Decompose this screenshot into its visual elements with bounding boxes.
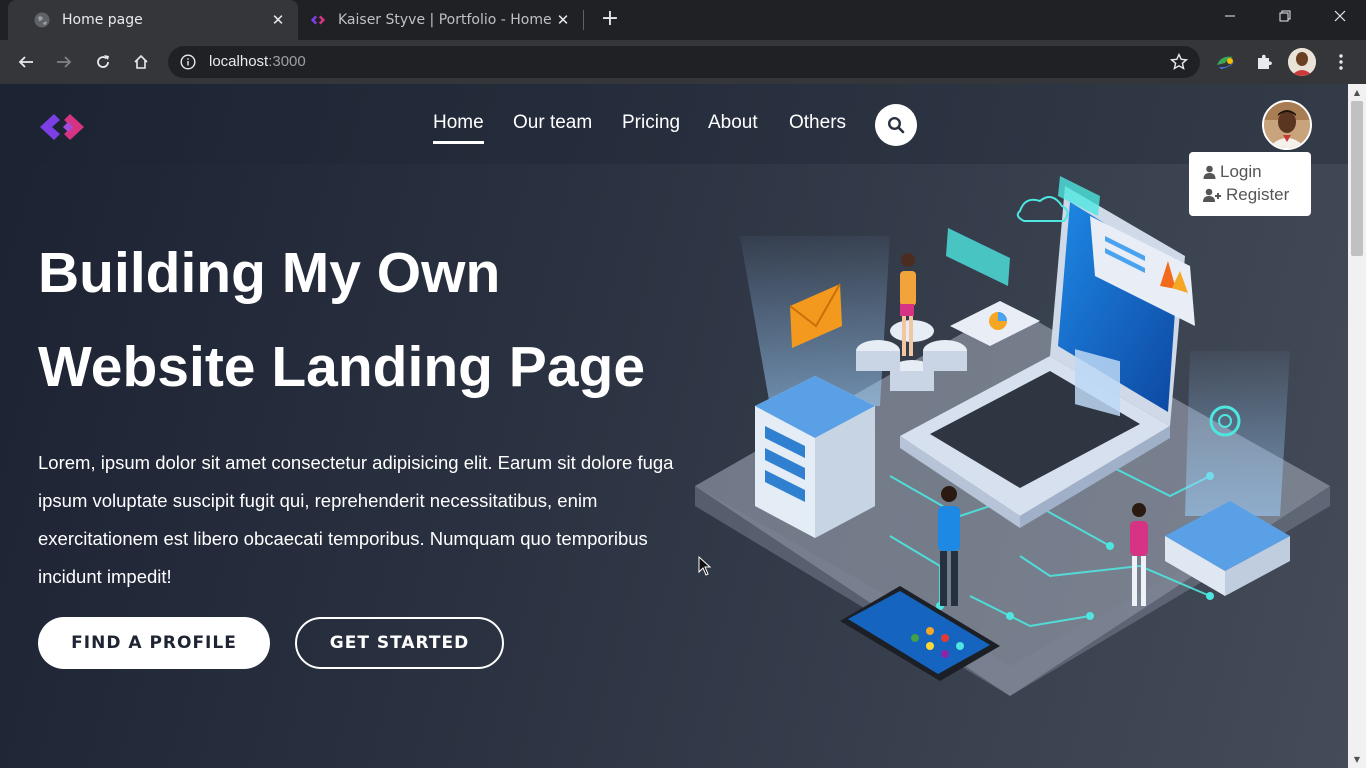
globe-icon <box>34 12 50 28</box>
address-bar[interactable]: localhost:3000 <box>168 46 1200 78</box>
nav-about[interactable]: About <box>708 112 758 134</box>
tab-separator <box>583 10 584 30</box>
search-button[interactable] <box>875 104 917 146</box>
hero-title-line2: Website Landing Page <box>38 335 646 399</box>
nav-pricing[interactable]: Pricing <box>622 112 680 134</box>
hero-title-line1: Building My Own <box>38 241 501 305</box>
nav-others[interactable]: Others <box>789 112 846 134</box>
mouse-cursor-icon <box>698 556 712 576</box>
home-icon[interactable] <box>127 48 155 76</box>
page-viewport: Home Our team Pricing About Others Login… <box>0 84 1348 768</box>
nav-home[interactable]: Home <box>433 112 484 144</box>
plus-icon[interactable]: + <box>598 8 622 32</box>
scroll-down-arrow[interactable]: ▼ <box>1348 751 1366 768</box>
nav-our-team[interactable]: Our team <box>513 112 592 134</box>
search-icon <box>887 116 905 134</box>
scroll-up-arrow[interactable]: ▲ <box>1348 84 1366 101</box>
extension-icon[interactable] <box>1212 48 1240 76</box>
reload-icon[interactable] <box>89 48 117 76</box>
close-window-icon[interactable] <box>1317 0 1363 32</box>
scrollbar-thumb[interactable] <box>1351 101 1363 256</box>
info-icon[interactable] <box>180 54 196 70</box>
url-text: localhost:3000 <box>209 53 306 70</box>
minimize-icon[interactable] <box>1207 0 1253 32</box>
star-icon[interactable] <box>1170 53 1188 71</box>
close-icon[interactable]: ✕ <box>268 11 288 29</box>
hero-description: Lorem, ipsum dolor sit amet consectetur … <box>38 452 674 587</box>
hero-illustration <box>695 176 1330 696</box>
tab-strip: Home page ✕ Kaiser Styve | Portfolio - H… <box>0 0 1366 40</box>
site-navbar: Home Our team Pricing About Others <box>0 84 1348 164</box>
profile-avatar[interactable] <box>1288 48 1316 76</box>
forward-icon[interactable] <box>50 48 78 76</box>
browser-toolbar: localhost:3000 <box>0 40 1366 84</box>
logo-icon[interactable] <box>38 112 88 142</box>
back-icon[interactable] <box>12 48 40 76</box>
user-avatar[interactable] <box>1262 100 1312 150</box>
tab-title: Kaiser Styve | Portfolio - Home <box>338 12 552 28</box>
logo-icon <box>310 12 326 28</box>
close-icon[interactable]: ✕ <box>553 11 573 29</box>
tab-portfolio[interactable]: Kaiser Styve | Portfolio - Home ✕ <box>298 0 583 40</box>
tab-title: Home page <box>62 12 143 28</box>
tab-home-page[interactable]: Home page ✕ <box>8 0 298 40</box>
vertical-scrollbar[interactable]: ▲ ▼ <box>1348 84 1366 768</box>
get-started-button[interactable]: GET STARTED <box>295 617 504 669</box>
maximize-icon[interactable] <box>1262 0 1308 32</box>
find-profile-button[interactable]: FIND A PROFILE <box>38 617 270 669</box>
puzzle-icon[interactable] <box>1250 48 1278 76</box>
menu-icon[interactable] <box>1327 48 1355 76</box>
